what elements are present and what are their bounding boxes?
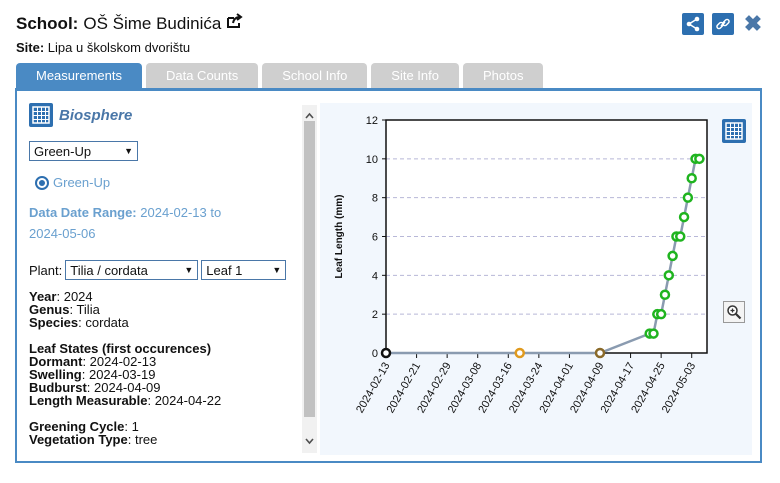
range-label: Data Date Range: xyxy=(29,205,137,220)
scroll-thumb[interactable] xyxy=(304,121,315,417)
protocol-header: Biosphere xyxy=(29,103,301,127)
scroll-down-icon[interactable] xyxy=(305,432,314,450)
leaf-states: Leaf States (first occurences) Dormant: … xyxy=(29,342,301,407)
data-point xyxy=(686,173,697,184)
y-tick-label: 10 xyxy=(366,154,378,166)
info-species: Species: cordata xyxy=(29,316,301,329)
date-range: Data Date Range: 2024-02-13 to 2024-05-0… xyxy=(29,202,301,244)
veg-label: Vegetation Type xyxy=(29,432,128,447)
y-tick-label: 4 xyxy=(372,270,378,282)
school-label: School: xyxy=(16,13,79,33)
table-icon[interactable] xyxy=(29,103,53,127)
tab-measurements[interactable]: Measurements xyxy=(16,63,142,88)
radio-selected-icon[interactable] xyxy=(35,175,49,190)
tab-data-counts[interactable]: Data Counts xyxy=(145,63,259,88)
species-label: Species xyxy=(29,315,79,330)
veg-value: : tree xyxy=(127,432,158,447)
school-name: OŠ Šime Budinića xyxy=(83,13,222,33)
measure-select-row: Green-Up ▼ xyxy=(29,141,301,161)
range-value-2: 2024-05-06 xyxy=(29,226,96,241)
link-icon[interactable] xyxy=(712,13,734,35)
plant-select-value: Tilia / cordata xyxy=(70,262,148,278)
range-value-1: 2024-02-13 to xyxy=(140,205,222,220)
y-tick-label: 0 xyxy=(372,348,378,360)
info-veg: Vegetation Type: tree xyxy=(29,433,301,446)
tab-site-info[interactable]: Site Info xyxy=(371,63,459,88)
greenup-radio[interactable]: Green-Up xyxy=(35,175,301,190)
top-actions: ✖ xyxy=(682,11,764,36)
data-point xyxy=(655,308,667,320)
data-point xyxy=(648,328,659,339)
data-point xyxy=(694,153,705,165)
chevron-down-icon: ▼ xyxy=(184,265,194,275)
zoom-icon[interactable] xyxy=(723,301,745,323)
leaf-length-chart: 0246810122024-02-132024-02-212024-02-292… xyxy=(334,115,708,415)
chevron-down-icon: ▼ xyxy=(124,146,133,156)
protocol-title: Biosphere xyxy=(59,106,133,124)
y-tick-label: 8 xyxy=(372,193,378,205)
tab-photos[interactable]: Photos xyxy=(463,63,544,88)
measure-select-value: Green-Up xyxy=(34,143,92,159)
leaf-select[interactable]: Leaf 1 ▼ xyxy=(201,260,287,280)
radio-label: Green-Up xyxy=(53,175,111,190)
plant-label: Plant: xyxy=(29,262,63,278)
left-column: Biosphere Green-Up ▼ Green-Up Data Date … xyxy=(29,103,301,453)
y-tick-label: 12 xyxy=(366,115,378,127)
close-icon[interactable]: ✖ xyxy=(742,11,764,36)
plant-info: Year: 2024 Genus: Tilia Species: cordata xyxy=(29,290,301,329)
data-point xyxy=(675,231,686,242)
chart-area: 0 2 4 6 8 10 12 2024-02-13 2024-02-21 2024-02-29 2… xyxy=(320,103,752,455)
school-title: School: OŠ Šime Budinića xyxy=(16,13,244,34)
measure-select[interactable]: Green-Up ▼ xyxy=(29,141,138,161)
site-label: Site: xyxy=(16,40,45,55)
tab-bar: Measurements Data Counts School Info Sit… xyxy=(16,63,544,88)
share-icon[interactable] xyxy=(682,13,704,35)
data-point xyxy=(678,211,690,223)
measurable-value: : 2024-04-22 xyxy=(147,393,222,408)
plant-select[interactable]: Tilia / cordata ▼ xyxy=(65,260,199,280)
data-point xyxy=(667,250,678,262)
data-point xyxy=(682,192,694,203)
table-icon[interactable] xyxy=(722,119,746,143)
tab-school-info[interactable]: School Info xyxy=(262,63,368,88)
plant-row: Plant: Tilia / cordata ▼ Leaf 1 ▼ xyxy=(29,260,301,280)
leaf-select-value: Leaf 1 xyxy=(206,262,243,278)
data-point xyxy=(514,347,525,359)
left-scrollbar[interactable] xyxy=(302,105,317,453)
species-value: : cordata xyxy=(78,315,129,330)
cycle-info: Greening Cycle: 1 Vegetation Type: tree xyxy=(29,420,301,446)
measurements-panel: Biosphere Green-Up ▼ Green-Up Data Date … xyxy=(15,88,762,463)
state-measurable: Length Measurable: 2024-04-22 xyxy=(29,394,301,407)
data-point xyxy=(380,347,392,359)
measurable-label: Length Measurable xyxy=(29,393,148,408)
data-point xyxy=(663,270,675,281)
site-name: Lipa u školskom dvorištu xyxy=(47,40,191,55)
y-axis-label: Leaf Length (mm) xyxy=(334,195,345,279)
chevron-down-icon: ▼ xyxy=(272,265,282,275)
data-point xyxy=(594,347,606,359)
data-point xyxy=(659,289,671,300)
external-link-icon[interactable] xyxy=(226,13,244,34)
site-line: Site: Lipa u školskom dvorištu xyxy=(16,40,190,55)
y-tick-label: 2 xyxy=(372,309,378,321)
y-tick-label: 6 xyxy=(372,232,378,244)
